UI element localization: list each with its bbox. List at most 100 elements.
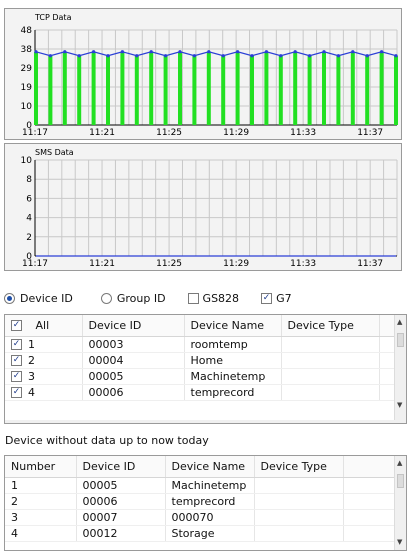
data-bar [62, 51, 67, 126]
data-point [293, 50, 297, 54]
sms-data-plot: SMS Data 024681011:17 11:21 11:25 11:29 11:3… [21, 148, 398, 269]
number-column-header[interactable]: Number [5, 456, 77, 478]
filler-header [379, 315, 396, 337]
scroll-down-icon[interactable]: ▼ [397, 539, 402, 546]
data-bar [235, 51, 240, 126]
table-row[interactable]: 2 00006 temprecord [5, 493, 406, 510]
g7-checkbox-option[interactable]: G7 [261, 292, 292, 305]
data-point [308, 54, 312, 58]
device-id-column-header[interactable]: Device ID [76, 456, 166, 478]
scroll-thumb[interactable] [397, 333, 404, 347]
device-id-cell: 00007 [76, 509, 166, 526]
tcp-data-chart: TCP Data 0 10 19 29 38 48 11:17 11:21 11:25 11:29… [4, 8, 402, 140]
x-tick-label: 11:21 [89, 259, 115, 269]
data-bar [307, 55, 312, 125]
row-select-cell[interactable]: 1 [5, 336, 83, 353]
sms-chart-title: SMS Data [35, 148, 74, 157]
all-column-header[interactable]: All [5, 315, 83, 337]
table-row[interactable]: 3 00007 000070 [5, 509, 406, 526]
row-checkbox[interactable] [11, 355, 22, 367]
data-point [77, 54, 81, 58]
data-point [149, 50, 153, 54]
data-point [394, 54, 398, 58]
data-bar [48, 55, 53, 125]
data-bar [322, 51, 326, 126]
row-select-cell[interactable]: 3 [5, 368, 83, 385]
x-tick-label: 11:29 [223, 259, 249, 269]
gs828-checkbox-option[interactable]: GS828 [187, 292, 239, 305]
no-data-table-scrollbar[interactable]: ▲ ▼ [394, 456, 406, 550]
table-row[interactable]: 1 00003 roomtemp [5, 336, 396, 353]
table-row[interactable]: 4 00006 temprecord [5, 384, 396, 401]
no-data-device-table: Number Device ID Device Name Device Type… [4, 455, 407, 551]
table-row[interactable]: 1 00005 Machinetemp [5, 477, 406, 494]
row-checkbox[interactable] [11, 371, 22, 383]
data-point [120, 50, 124, 54]
device-id-cell: 00006 [82, 384, 185, 401]
number-cell: 1 [5, 477, 77, 494]
no-data-section-label: Device without data up to now today [5, 434, 209, 447]
table-row[interactable]: 4 00012 Storage [5, 525, 406, 542]
data-point [34, 50, 38, 54]
row-checkbox[interactable] [11, 339, 22, 351]
select-all-checkbox[interactable] [11, 320, 22, 332]
device-id-column-header[interactable]: Device ID [82, 315, 185, 337]
device-name-cell: temprecord [184, 384, 282, 401]
scroll-up-icon[interactable]: ▲ [397, 460, 402, 467]
x-tick-label: 11:21 [89, 128, 115, 138]
number-cell: 3 [5, 509, 77, 526]
data-point [351, 50, 355, 54]
data-point [221, 54, 225, 58]
data-point [322, 50, 326, 54]
device-type-cell [281, 336, 380, 353]
scroll-down-icon[interactable]: ▼ [397, 402, 402, 409]
x-tick-label: 11:17 [22, 259, 48, 269]
y-tick-label: 4 [26, 214, 32, 224]
scroll-up-icon[interactable]: ▲ [397, 319, 402, 326]
table-row[interactable]: 2 00004 Home [5, 352, 396, 369]
device-id-radio-option[interactable]: Device ID [4, 292, 73, 305]
row-checkbox[interactable] [11, 387, 22, 399]
device-name-column-header[interactable]: Device Name [165, 456, 255, 478]
data-point [164, 54, 168, 58]
data-bar [336, 55, 341, 125]
device-name-column-header[interactable]: Device Name [184, 315, 282, 337]
device-name-cell: temprecord [165, 493, 255, 510]
row-select-cell[interactable]: 2 [5, 352, 83, 369]
data-point [250, 54, 254, 58]
device-id-radio[interactable] [4, 292, 15, 304]
device-table-grid: All Device ID Device Name Device Type 1 … [5, 315, 396, 401]
device-type-column-header[interactable]: Device Type [254, 456, 344, 478]
device-type-column-header[interactable]: Device Type [281, 315, 380, 337]
device-type-cell [281, 368, 380, 385]
group-id-radio[interactable] [100, 292, 112, 304]
data-bar [178, 51, 182, 126]
y-tick-label: 10 [21, 102, 33, 112]
data-bar [77, 55, 82, 125]
data-point [106, 54, 110, 58]
device-name-cell: Machinetemp [165, 477, 255, 494]
data-bar [192, 55, 197, 125]
device-id-cell: 00003 [82, 336, 185, 353]
data-bar [134, 55, 139, 125]
scroll-thumb[interactable] [397, 474, 404, 488]
gs828-checkbox[interactable] [187, 292, 199, 304]
data-point [192, 54, 196, 58]
row-select-cell[interactable]: 4 [5, 384, 83, 401]
data-bar [34, 51, 38, 126]
table-row[interactable]: 3 00005 Machinetemp [5, 368, 396, 385]
x-tick-label: 11:25 [156, 259, 182, 269]
g7-checkbox[interactable] [261, 292, 273, 304]
data-bar [278, 55, 283, 125]
group-id-radio-option[interactable]: Group ID [100, 292, 166, 305]
y-tick-label: 48 [21, 26, 33, 36]
device-table-horizontal-scrollbar[interactable] [5, 420, 406, 423]
tcp-data-plot: TCP Data 0101929384811:17 11:21 11:25 11:29… [21, 13, 398, 138]
data-bar [350, 51, 355, 126]
g7-checkbox-label: G7 [276, 291, 292, 305]
device-table-scrollbar[interactable]: ▲ ▼ [394, 315, 406, 423]
device-type-cell [254, 493, 344, 510]
y-tick-label: 29 [21, 64, 33, 74]
data-point [336, 54, 340, 58]
x-tick-label: 11:33 [290, 259, 316, 269]
